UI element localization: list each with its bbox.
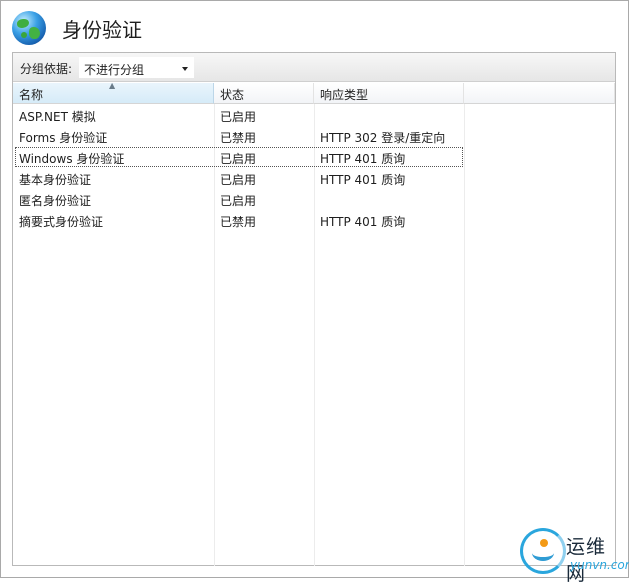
page-title: 身份验证: [62, 17, 142, 42]
group-by-value: 不进行分组: [84, 63, 145, 77]
features-panel: 分组依据: 不进行分组 ▲ 名称 状态 响应类型 ASP.NET 模拟 已启用 …: [12, 52, 616, 566]
row-response: HTTP 401 质询: [320, 152, 406, 166]
row-status: 已启用: [220, 152, 257, 166]
row-status: 已启用: [220, 194, 257, 208]
site-logo-icon: [520, 528, 566, 574]
row-name: 匿名身份验证: [19, 194, 92, 208]
sort-ascending-icon: ▲: [109, 81, 116, 90]
table-row[interactable]: 基本身份验证 已启用 HTTP 401 质询: [13, 168, 615, 189]
globe-icon: [12, 11, 46, 45]
column-header-response-type[interactable]: 响应类型: [314, 83, 464, 104]
group-toolbar: 分组依据: 不进行分组: [13, 53, 615, 82]
table-row[interactable]: 摘要式身份验证 已禁用 HTTP 401 质询: [13, 210, 615, 231]
row-response: HTTP 302 登录/重定向: [320, 131, 446, 145]
row-status: 已禁用: [220, 215, 257, 229]
group-by-dropdown[interactable]: 不进行分组: [79, 57, 194, 78]
chevron-down-icon[interactable]: [182, 67, 188, 71]
features-list: ASP.NET 模拟 已启用 Forms 身份验证 已禁用 HTTP 302 登…: [13, 105, 615, 231]
row-response: HTTP 401 质询: [320, 215, 406, 229]
watermark-en: yunvn.com: [570, 558, 629, 572]
row-name: 基本身份验证: [19, 173, 92, 187]
row-name: ASP.NET 模拟: [19, 110, 96, 124]
group-by-label: 分组依据:: [20, 62, 73, 76]
row-name: Windows 身份验证: [19, 152, 125, 166]
row-status: 已禁用: [220, 131, 257, 145]
row-status: 已启用: [220, 173, 257, 187]
row-name: Forms 身份验证: [19, 131, 108, 145]
watermark-logo: 运维网 yunvn.com: [520, 528, 629, 585]
column-header-filler: [464, 83, 615, 104]
column-header-status[interactable]: 状态: [214, 83, 314, 104]
page-header: 身份验证: [12, 10, 142, 46]
row-status: 已启用: [220, 110, 257, 124]
row-name: 摘要式身份验证: [19, 215, 104, 229]
column-header-name[interactable]: ▲ 名称: [13, 81, 214, 104]
table-row[interactable]: ASP.NET 模拟 已启用: [13, 105, 615, 126]
row-response: HTTP 401 质询: [320, 173, 406, 187]
table-row[interactable]: 匿名身份验证 已启用: [13, 189, 615, 210]
table-row-selected[interactable]: Windows 身份验证 已启用 HTTP 401 质询: [13, 147, 615, 168]
table-row[interactable]: Forms 身份验证 已禁用 HTTP 302 登录/重定向: [13, 126, 615, 147]
